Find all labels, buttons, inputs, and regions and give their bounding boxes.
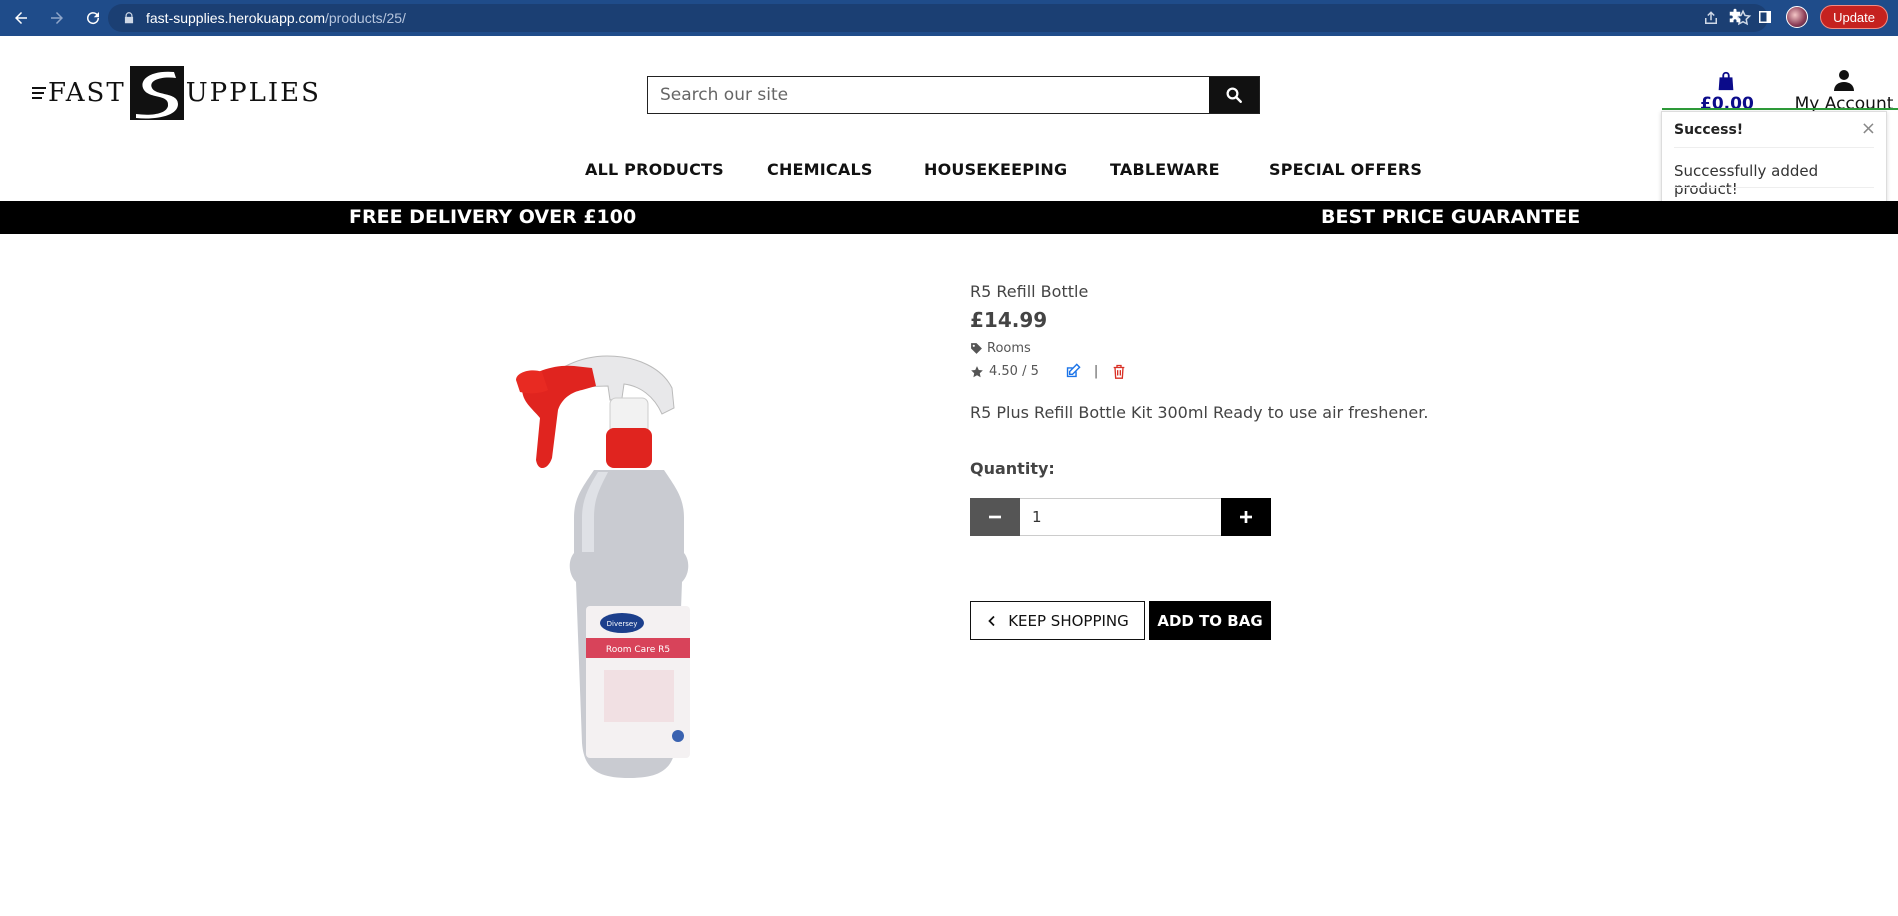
search-input[interactable] <box>648 77 1209 113</box>
speed-lines-icon <box>32 87 46 99</box>
logo-s-mark-icon <box>129 66 184 120</box>
nav-chemicals[interactable]: CHEMICALS <box>767 160 873 179</box>
forward-button[interactable] <box>42 3 72 33</box>
address-bar[interactable]: fast-supplies.herokuapp.com/products/25/ <box>108 4 1768 32</box>
quantity-stepper <box>970 498 1271 536</box>
logo-text-right: UPPLIES <box>185 78 321 108</box>
add-to-bag-button[interactable]: ADD TO BAG <box>1149 601 1271 640</box>
nav-special-offers[interactable]: SPECIAL OFFERS <box>1269 160 1422 179</box>
logo-text-left: FAST <box>48 78 126 108</box>
bottle-brand: Diversey <box>607 620 638 628</box>
minus-icon <box>989 515 1001 519</box>
product-rating-row: 4.50 / 5 | <box>970 363 1127 380</box>
url-host: fast-supplies.herokuapp.com <box>146 10 325 26</box>
decrement-button[interactable] <box>970 498 1020 536</box>
back-button[interactable] <box>6 3 36 33</box>
promo-banner: FREE DELIVERY OVER £100 BEST PRICE GUARA… <box>0 201 1898 234</box>
edit-icon[interactable] <box>1064 363 1081 380</box>
site-logo[interactable]: FAST UPPLIES <box>32 66 321 120</box>
product-image: Diversey Room Care R5 <box>516 355 690 778</box>
search-icon <box>1226 87 1242 103</box>
shopping-bag-icon <box>1718 71 1734 91</box>
lock-icon <box>124 12 134 24</box>
puzzle-icon[interactable] <box>1726 8 1744 26</box>
banner-free-delivery: FREE DELIVERY OVER £100 <box>349 206 637 228</box>
tag-icon <box>971 343 982 354</box>
toast-divider-bottom <box>1674 187 1874 188</box>
keep-shopping-label: KEEP SHOPPING <box>1008 611 1129 630</box>
toast-close-button[interactable]: × <box>1861 118 1876 139</box>
toast-divider <box>1674 147 1874 148</box>
arrow-right-icon <box>51 12 63 24</box>
bottle-label: Room Care R5 <box>606 645 670 655</box>
add-to-bag-label: ADD TO BAG <box>1157 611 1263 630</box>
arrow-left-icon <box>15 12 27 24</box>
plus-icon <box>1240 511 1252 523</box>
banner-best-price: BEST PRICE GUARANTEE <box>1321 206 1581 228</box>
star-icon <box>971 365 983 377</box>
category-label: Rooms <box>987 341 1031 356</box>
product-category[interactable]: Rooms <box>970 341 1031 356</box>
product-price: £14.99 <box>970 308 1048 332</box>
rating-value: 4.50 / 5 <box>989 364 1039 379</box>
keep-shopping-button[interactable]: KEEP SHOPPING <box>970 601 1145 640</box>
nav-housekeeping[interactable]: HOUSEKEEPING <box>924 160 1067 179</box>
toast-accent-line <box>1662 108 1898 110</box>
url-text: fast-supplies.herokuapp.com/products/25/ <box>146 10 406 26</box>
action-separator: | <box>1093 364 1099 379</box>
increment-button[interactable] <box>1221 498 1271 536</box>
quantity-label: Quantity: <box>970 459 1055 478</box>
url-path: /products/25/ <box>325 10 406 26</box>
search-bar <box>647 76 1260 114</box>
toast-title: Success! <box>1674 122 1744 138</box>
browser-toolbar: fast-supplies.herokuapp.com/products/25/… <box>0 0 1898 36</box>
product-name: R5 Refill Bottle <box>970 282 1089 301</box>
nav-tableware[interactable]: TABLEWARE <box>1110 160 1220 179</box>
share-icon[interactable] <box>1702 9 1720 27</box>
update-button[interactable]: Update <box>1820 5 1888 29</box>
profile-avatar[interactable] <box>1786 6 1809 28</box>
reload-icon <box>87 12 100 25</box>
product-description: R5 Plus Refill Bottle Kit 300ml Ready to… <box>970 403 1429 422</box>
nav-all-products[interactable]: ALL PRODUCTS <box>585 160 724 179</box>
quantity-input[interactable] <box>1020 498 1221 536</box>
main-nav: ALL PRODUCTS CHEMICALS HOUSEKEEPING TABL… <box>0 160 1898 184</box>
chevron-left-icon <box>988 615 995 626</box>
search-button[interactable] <box>1209 77 1259 113</box>
side-panel-icon[interactable] <box>1756 8 1774 26</box>
reload-button[interactable] <box>78 3 108 33</box>
trash-icon[interactable] <box>1111 363 1127 380</box>
user-icon <box>1834 70 1854 91</box>
